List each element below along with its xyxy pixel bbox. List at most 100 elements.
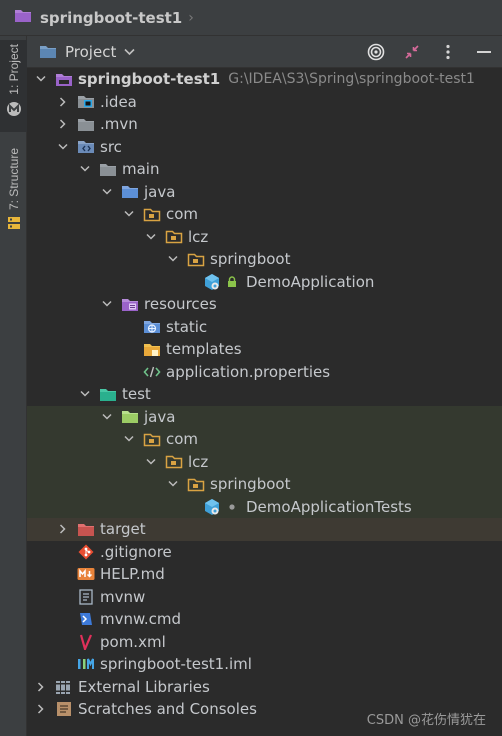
tree-row-idea[interactable]: .idea: [27, 91, 502, 114]
tree-row-gitignore[interactable]: .gitignore: [27, 541, 502, 564]
tree-row-target[interactable]: target: [27, 518, 502, 541]
tree-label-main: main: [122, 160, 160, 179]
expanded-arrow-icon[interactable]: [123, 435, 135, 443]
module-folder-icon: [14, 8, 32, 27]
tree-label-target: target: [100, 520, 146, 539]
package-folder-icon: [165, 228, 183, 246]
tree-label-mvn: .mvn: [100, 115, 138, 134]
tree-row-mvnw-cmd[interactable]: mvnw.cmd: [27, 608, 502, 631]
markdown-file-icon: [77, 565, 95, 583]
tab-project[interactable]: 1: Project: [0, 40, 27, 132]
tree-row-templates[interactable]: templates: [27, 338, 502, 361]
tree-label-idea: .idea: [100, 92, 137, 111]
tree-row-main[interactable]: main: [27, 158, 502, 181]
tree-row-help-md[interactable]: HELP.md: [27, 563, 502, 586]
lock-icon: [226, 273, 238, 291]
expanded-arrow-icon[interactable]: [167, 255, 179, 263]
tree-label-demo-application-tests: DemoApplicationTests: [246, 497, 412, 516]
expanded-arrow-icon[interactable]: [101, 188, 113, 196]
panel-title[interactable]: Project: [65, 43, 116, 61]
tree-label-test-lcz: lcz: [188, 452, 209, 471]
tree-label-pom-xml: pom.xml: [100, 632, 166, 651]
expanded-arrow-icon[interactable]: [79, 165, 91, 173]
source-folder-icon: [121, 183, 139, 201]
git-file-icon: [77, 543, 95, 561]
tree-label-test: test: [122, 385, 151, 404]
tree-row-test-com[interactable]: com: [27, 428, 502, 451]
tree-label-test-java: java: [144, 407, 176, 426]
tree-row-main-springboot[interactable]: springboot: [27, 248, 502, 271]
tree-row-static[interactable]: static: [27, 316, 502, 339]
expanded-arrow-icon[interactable]: [101, 300, 113, 308]
tree-label-main-lcz: lcz: [188, 227, 209, 246]
tree-row-mvnw[interactable]: mvnw: [27, 586, 502, 609]
tree-row-iml[interactable]: springboot-test1.iml: [27, 653, 502, 676]
tree-row-external-libraries[interactable]: External Libraries: [27, 676, 502, 699]
tree-row-main-java[interactable]: java: [27, 181, 502, 204]
tab-structure[interactable]: 7: Structure: [0, 148, 27, 248]
tree-row-demo-application[interactable]: DemoApplication: [27, 271, 502, 294]
expanded-arrow-icon[interactable]: [57, 143, 69, 151]
collapsed-arrow-icon[interactable]: [57, 119, 69, 129]
expanded-arrow-icon[interactable]: [145, 233, 157, 241]
tree-row-test-java[interactable]: java: [27, 405, 502, 428]
tree-label-gitignore: .gitignore: [100, 542, 172, 561]
expanded-arrow-icon[interactable]: [167, 480, 179, 488]
tree-row-pom-xml[interactable]: pom.xml: [27, 631, 502, 654]
expanded-arrow-icon[interactable]: [145, 458, 157, 466]
web-folder-icon: [143, 318, 161, 336]
structure-tab-icon: [7, 216, 21, 234]
package-folder-icon: [187, 475, 205, 493]
tree-label-iml: springboot-test1.iml: [100, 655, 252, 674]
tree-row-test-springboot[interactable]: springboot: [27, 473, 502, 496]
spring-boot-class-icon: [203, 273, 221, 291]
chevron-down-icon[interactable]: [124, 45, 135, 59]
package-folder-icon: [187, 250, 205, 268]
project-tab-icon: [6, 101, 22, 121]
tree-row-main-lcz[interactable]: lcz: [27, 226, 502, 249]
tree-label-help-md: HELP.md: [100, 565, 165, 584]
maven-file-icon: [77, 633, 95, 651]
tree-label-test-springboot: springboot: [210, 475, 291, 494]
tool-window-strip: 1: Project 7: Structure: [0, 36, 27, 736]
tree-label-external-libraries: External Libraries: [78, 677, 210, 696]
minimize-panel-icon[interactable]: [466, 36, 502, 68]
package-private-dot-icon: [226, 498, 238, 516]
excluded-folder-icon: [77, 520, 95, 538]
properties-file-icon: [143, 363, 161, 381]
collapse-all-icon[interactable]: [394, 36, 430, 68]
tree-row-demo-application-tests[interactable]: DemoApplicationTests: [27, 495, 502, 518]
expanded-arrow-icon[interactable]: [35, 75, 47, 83]
tree-label-mvnw-cmd: mvnw.cmd: [100, 610, 182, 629]
breadcrumb-project[interactable]: springboot-test1: [40, 9, 182, 27]
expanded-arrow-icon[interactable]: [123, 210, 135, 218]
collapsed-arrow-icon[interactable]: [57, 97, 69, 107]
templates-folder-icon: [143, 340, 161, 358]
tree-row-resources[interactable]: resources: [27, 293, 502, 316]
tree-row-application-properties[interactable]: application.properties: [27, 361, 502, 384]
tree-row-test-lcz[interactable]: lcz: [27, 450, 502, 473]
expanded-arrow-icon[interactable]: [79, 390, 91, 398]
tree-label-scratches: Scratches and Consoles: [78, 700, 257, 719]
tree-row-main-com[interactable]: com: [27, 203, 502, 226]
locate-target-icon[interactable]: [358, 36, 394, 68]
tree-root-path: G:\IDEA\S3\Spring\springboot-test1: [228, 71, 475, 88]
expanded-arrow-icon[interactable]: [101, 413, 113, 421]
collapsed-arrow-icon[interactable]: [35, 704, 47, 714]
tree-label-static: static: [166, 317, 208, 336]
package-folder-icon: [143, 205, 161, 223]
spring-boot-test-class-icon: [203, 498, 221, 516]
collapsed-arrow-icon[interactable]: [57, 524, 69, 534]
libraries-icon: [55, 678, 73, 696]
tree-label-resources: resources: [144, 295, 217, 314]
tree-row-test[interactable]: test: [27, 383, 502, 406]
more-options-icon[interactable]: [430, 36, 466, 68]
tree-row-mvn[interactable]: .mvn: [27, 113, 502, 136]
tree-label-test-com: com: [166, 430, 199, 449]
tree-row-src[interactable]: src: [27, 136, 502, 159]
tree-row-root[interactable]: springboot-test1 G:\IDEA\S3\Spring\sprin…: [27, 68, 502, 91]
folder-icon: [77, 115, 95, 133]
project-panel-header: Project: [27, 36, 502, 68]
collapsed-arrow-icon[interactable]: [35, 682, 47, 692]
folder-icon: [99, 160, 117, 178]
